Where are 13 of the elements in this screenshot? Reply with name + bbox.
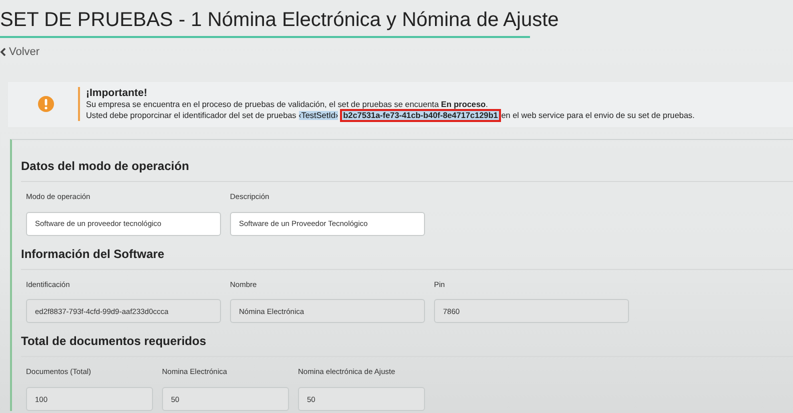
- warning-icon: [38, 96, 54, 112]
- chevron-left-icon: [0, 48, 6, 56]
- section-heading: Información del Software: [21, 244, 793, 270]
- alert-title: ¡Importante!: [86, 87, 148, 100]
- alert-message: Su empresa se encuentra en el proceso de pruebas de validación, el set de pruebas se encuenta En proceso.: [86, 100, 489, 111]
- page-title: SET DE PRUEBAS - 1 Nómina Electrónica y Nómina de Ajuste: [0, 8, 559, 33]
- back-link[interactable]: Volver: [0, 44, 40, 60]
- selected-text: ‹TestSetId›: [298, 110, 338, 120]
- test-set-id: b2c7531a-fe73-41cb-b40f-8e4717c129b1: [342, 110, 499, 120]
- section-heading: Datos del modo de operación: [21, 156, 793, 182]
- alert-message: Usted debe proporcinar el identificador del set de pruebas: [86, 110, 296, 120]
- alert-message: en el web service para el envio de su set de pruebas.: [501, 110, 695, 120]
- section-heading: Total de documentos requeridos: [21, 332, 793, 358]
